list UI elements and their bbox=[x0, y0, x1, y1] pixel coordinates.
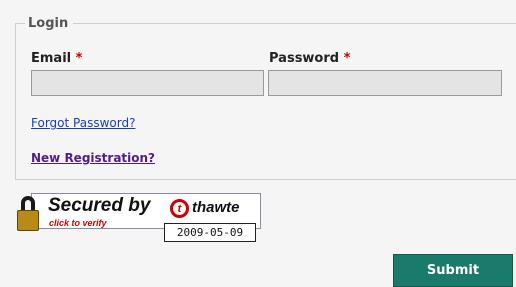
padlock-body bbox=[17, 210, 39, 231]
password-label: Password * bbox=[269, 51, 350, 66]
password-required-mark: * bbox=[343, 51, 351, 66]
new-registration-link[interactable]: New Registration? bbox=[31, 151, 155, 165]
email-field[interactable] bbox=[31, 70, 264, 96]
thawte-seal[interactable]: Secured by click to verify t thawte 2009… bbox=[17, 193, 262, 244]
seal-click-to-verify: click to verify bbox=[49, 218, 107, 228]
password-field[interactable] bbox=[268, 70, 502, 96]
email-required-mark: * bbox=[75, 51, 83, 66]
seal-date: 2009-05-09 bbox=[164, 223, 256, 242]
forgot-password-link[interactable]: Forgot Password? bbox=[31, 116, 135, 130]
login-legend: Login bbox=[25, 16, 74, 31]
seal-title: Secured by bbox=[48, 195, 151, 216]
thawte-logo-icon: t bbox=[170, 199, 189, 218]
submit-button[interactable]: Submit bbox=[393, 254, 513, 287]
thawte-brand: thawte bbox=[192, 199, 240, 216]
email-label: Email * bbox=[31, 51, 82, 66]
email-label-text: Email bbox=[31, 51, 72, 66]
password-label-text: Password bbox=[269, 51, 340, 66]
